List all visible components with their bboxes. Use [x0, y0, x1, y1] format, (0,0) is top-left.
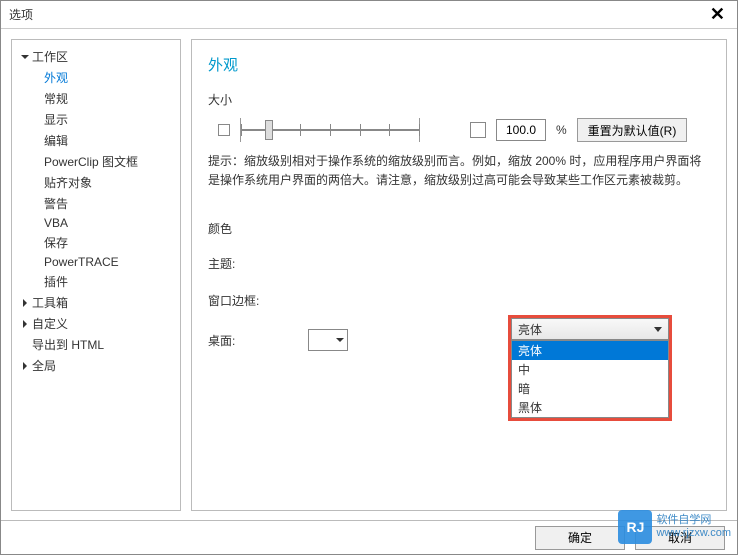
tree-label: 全局 — [32, 357, 56, 374]
reset-default-button[interactable]: 重置为默认值(R) — [577, 118, 688, 142]
color-label: 颜色 — [208, 220, 710, 237]
small-preview-icon — [218, 124, 230, 136]
tree-label: 贴齐对象 — [44, 174, 92, 191]
theme-option-medium[interactable]: 中 — [512, 360, 668, 379]
size-slider[interactable] — [240, 118, 420, 142]
tree-powerclip[interactable]: PowerClip 图文框 — [16, 151, 176, 172]
tree-label: 显示 — [44, 111, 68, 128]
tree-general[interactable]: 常规 — [16, 88, 176, 109]
tree-display[interactable]: 显示 — [16, 109, 176, 130]
chevron-down-icon — [20, 52, 30, 62]
tree-snap[interactable]: 贴齐对象 — [16, 172, 176, 193]
percent-label: % — [556, 123, 567, 137]
desktop-label: 桌面: — [208, 332, 308, 349]
panel-title: 外观 — [208, 54, 710, 75]
tree-plugins[interactable]: 插件 — [16, 271, 176, 292]
window-title: 选项 — [9, 6, 33, 23]
border-row: 窗口边框: — [208, 292, 710, 309]
tree-label: 工作区 — [32, 48, 68, 65]
tree-appearance[interactable]: 外观 — [16, 67, 176, 88]
theme-option-light[interactable]: 亮体 — [512, 341, 668, 360]
tree-vba[interactable]: VBA — [16, 214, 176, 232]
chevron-right-icon — [20, 298, 30, 308]
tree-export-html[interactable]: 导出到 HTML — [16, 334, 176, 355]
chevron-right-icon — [20, 319, 30, 329]
large-preview-icon — [470, 122, 486, 138]
ok-button[interactable]: 确定 — [535, 526, 625, 550]
size-label: 大小 — [208, 91, 710, 108]
tree-label: VBA — [44, 216, 68, 230]
tree-label: 导出到 HTML — [32, 336, 104, 353]
size-slider-row: % 重置为默认值(R) — [208, 118, 710, 142]
tree-label: 外观 — [44, 69, 68, 86]
tree-label: 编辑 — [44, 132, 68, 149]
content-area: 工作区 外观 常规 显示 编辑 PowerClip 图文框 贴齐对象 警告 VB… — [1, 29, 737, 521]
tree-global[interactable]: 全局 — [16, 355, 176, 376]
chevron-right-icon — [20, 361, 30, 371]
tree-label: 保存 — [44, 234, 68, 251]
tree-powertrace[interactable]: PowerTRACE — [16, 253, 176, 271]
tree-toolbox[interactable]: 工具箱 — [16, 292, 176, 313]
main-panel: 外观 大小 % 重置为默认值(R) 提示：缩放级别相对于操作系统的缩放级别而言。… — [191, 39, 727, 511]
theme-dropdown-list: 亮体 中 暗 黑体 — [511, 340, 669, 418]
tree-save[interactable]: 保存 — [16, 232, 176, 253]
tree-workspace[interactable]: 工作区 — [16, 46, 176, 67]
border-label: 窗口边框: — [208, 292, 308, 309]
slider-thumb[interactable] — [265, 120, 273, 140]
theme-combo-highlighted: 亮体 亮体 中 暗 黑体 — [508, 315, 672, 421]
tree-label: 插件 — [44, 273, 68, 290]
hint-text: 提示：缩放级别相对于操作系统的缩放级别而言。例如，缩放 200% 时，应用程序用… — [208, 152, 710, 190]
tree-customize[interactable]: 自定义 — [16, 313, 176, 334]
cancel-button[interactable]: 取消 — [635, 526, 725, 550]
chevron-down-icon — [654, 327, 662, 332]
tree-label: PowerClip 图文框 — [44, 153, 138, 170]
desktop-color-picker[interactable] — [308, 329, 348, 351]
theme-combo[interactable]: 亮体 — [511, 318, 669, 340]
theme-option-dark[interactable]: 暗 — [512, 379, 668, 398]
close-icon[interactable]: ✕ — [706, 4, 729, 25]
options-dialog: 选项 ✕ 工作区 外观 常规 显示 编辑 PowerClip 图文框 贴齐对象 … — [0, 0, 738, 555]
theme-option-black[interactable]: 黑体 — [512, 398, 668, 417]
theme-combo-value: 亮体 — [518, 321, 542, 338]
size-value-input[interactable] — [496, 119, 546, 141]
tree-edit[interactable]: 编辑 — [16, 130, 176, 151]
theme-row: 主题: — [208, 255, 710, 272]
dialog-footer: 确定 取消 — [1, 520, 737, 554]
tree-label: 常规 — [44, 90, 68, 107]
tree-label: 警告 — [44, 195, 68, 212]
tree-label: 自定义 — [32, 315, 68, 332]
sidebar-tree: 工作区 外观 常规 显示 编辑 PowerClip 图文框 贴齐对象 警告 VB… — [11, 39, 181, 511]
tree-warnings[interactable]: 警告 — [16, 193, 176, 214]
tree-label: PowerTRACE — [44, 255, 119, 269]
titlebar: 选项 ✕ — [1, 1, 737, 29]
theme-label: 主题: — [208, 255, 308, 272]
tree-label: 工具箱 — [32, 294, 68, 311]
